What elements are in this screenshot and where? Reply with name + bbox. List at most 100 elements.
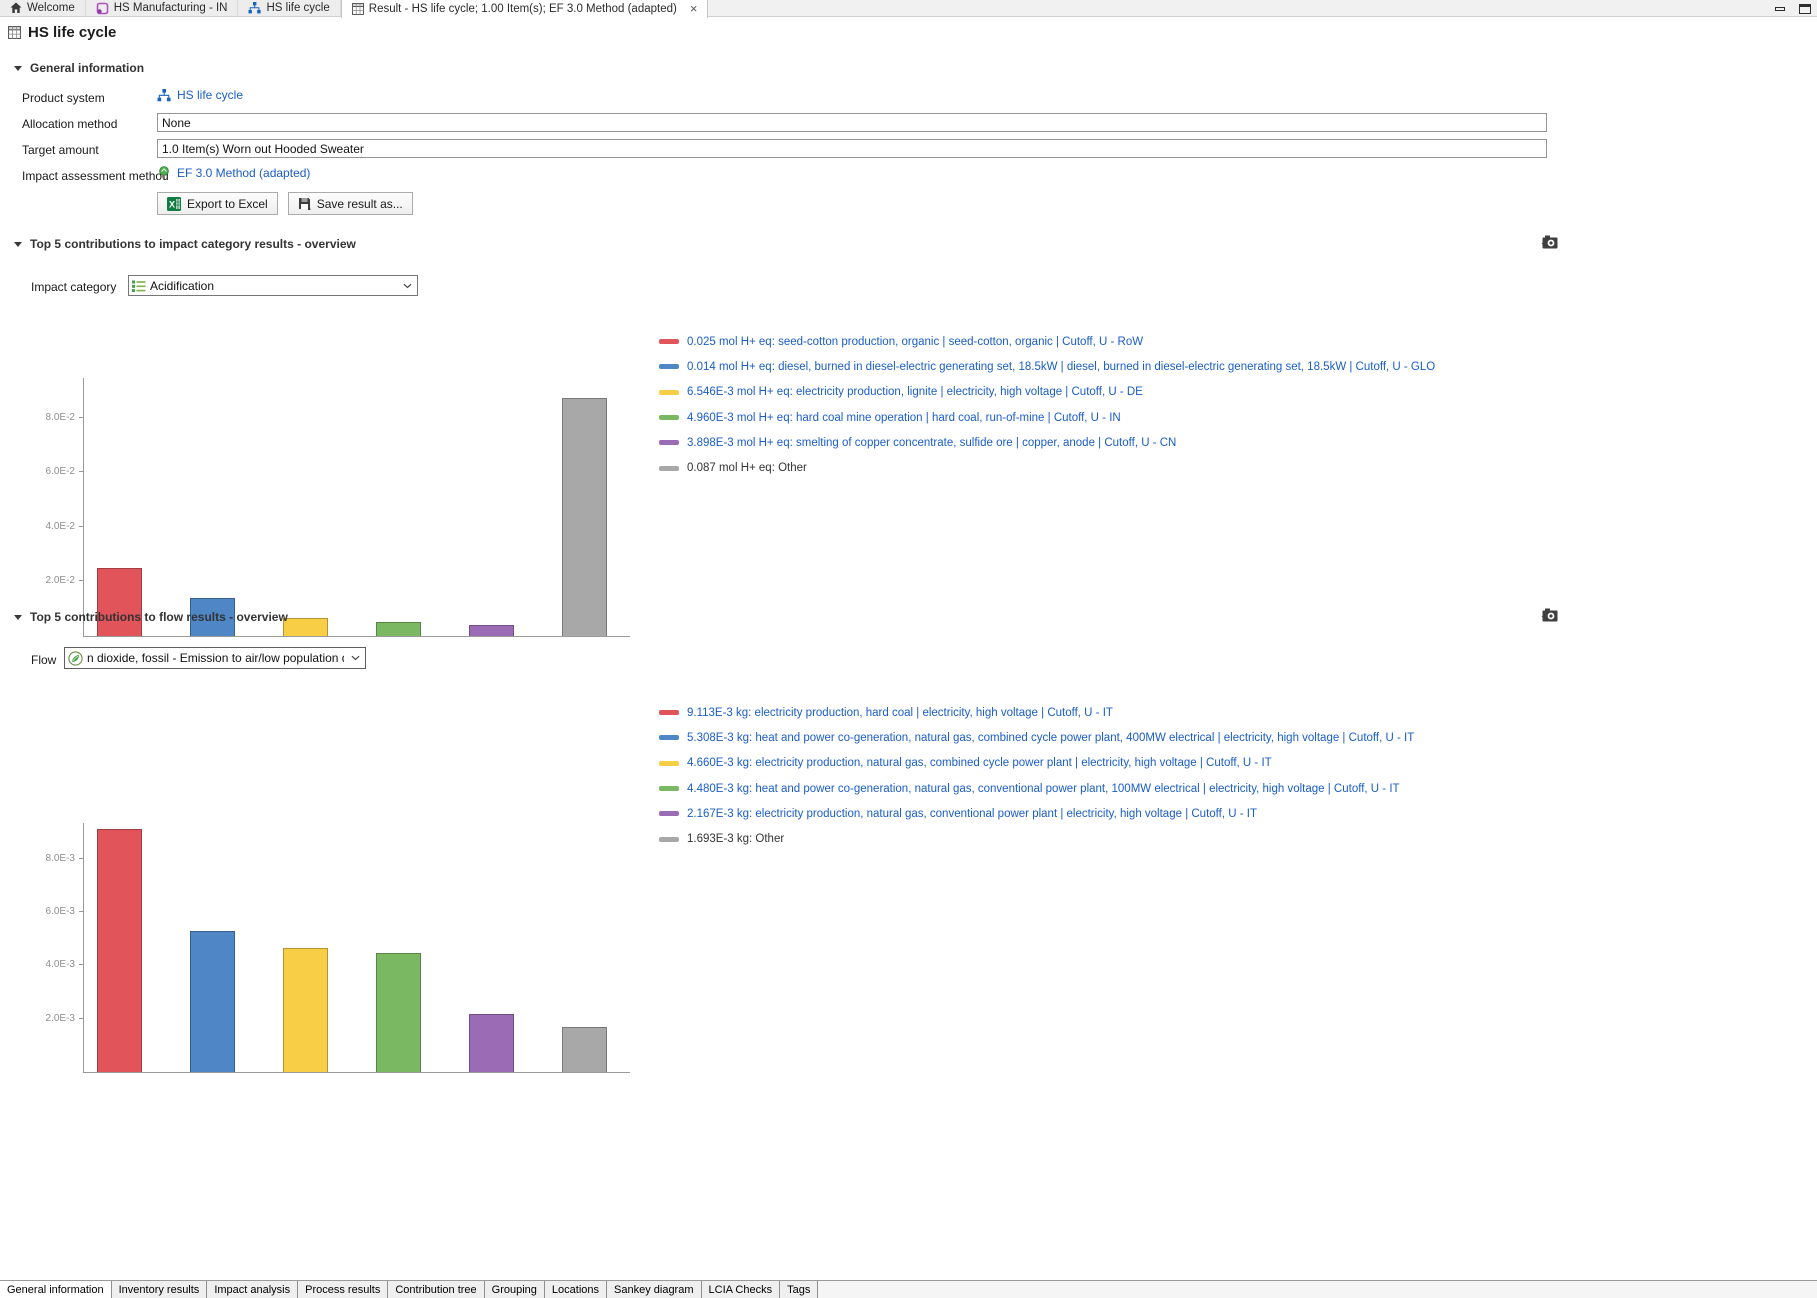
section-impact-contributions[interactable]: Top 5 contributions to impact category r… xyxy=(14,237,356,251)
result-table-icon xyxy=(352,3,364,15)
process-icon xyxy=(96,2,109,15)
legend-label[interactable]: 4.660E-3 kg: electricity production, nat… xyxy=(687,757,1272,769)
y-axis-tick-mark xyxy=(79,858,84,859)
minimize-icon[interactable] xyxy=(1775,7,1785,11)
legend-swatch xyxy=(659,735,679,740)
tab-hs-life-cycle[interactable]: HS life cycle xyxy=(238,0,340,16)
chevron-down-icon xyxy=(403,283,412,289)
product-system-link[interactable]: HS life cycle xyxy=(177,88,243,102)
tab-tags[interactable]: Tags xyxy=(780,1281,818,1298)
legend-label[interactable]: 5.308E-3 kg: heat and power co-generatio… xyxy=(687,732,1414,744)
tab-label: HS Manufacturing - IN xyxy=(114,2,228,14)
product-system-icon xyxy=(157,89,171,102)
allocation-method-label: Allocation method xyxy=(22,117,117,131)
legend-label[interactable]: 3.898E-3 mol H+ eq: smelting of copper c… xyxy=(687,437,1176,449)
tab-inventory-results[interactable]: Inventory results xyxy=(112,1281,208,1298)
legend-swatch xyxy=(659,811,679,816)
tab-label: Welcome xyxy=(27,2,75,14)
legend-swatch xyxy=(659,466,679,471)
bar-1 xyxy=(97,829,142,1072)
impact-method-link[interactable]: EF 3.0 Method (adapted) xyxy=(177,166,310,180)
save-chart-image-button[interactable] xyxy=(1541,235,1561,251)
legend-label[interactable]: 0.014 mol H+ eq: diesel, burned in diese… xyxy=(687,361,1435,373)
camera-icon xyxy=(1541,235,1559,250)
action-buttons: X Export to Excel Save result as... xyxy=(157,192,413,215)
y-axis-tick-mark xyxy=(79,526,84,527)
tab-locations[interactable]: Locations xyxy=(545,1281,607,1298)
impact-contributions-chart: 2.0E-24.0E-26.0E-28.0E-2 xyxy=(83,378,630,637)
legend-item: 5.308E-3 kg: heat and power co-generatio… xyxy=(659,725,1414,750)
save-chart-image-button[interactable] xyxy=(1541,608,1561,624)
legend-label[interactable]: 4.480E-3 kg: heat and power co-generatio… xyxy=(687,783,1400,795)
legend-label[interactable]: 2.167E-3 kg: electricity production, nat… xyxy=(687,808,1257,820)
button-label: Export to Excel xyxy=(187,197,268,211)
legend-item: 0.025 mol H+ eq: seed-cotton production,… xyxy=(659,329,1435,354)
export-to-excel-button[interactable]: X Export to Excel xyxy=(157,192,278,215)
tab-sankey-diagram[interactable]: Sankey diagram xyxy=(607,1281,702,1298)
page-title-row: HS life cycle xyxy=(8,24,116,41)
tab-lcia-checks[interactable]: LCIA Checks xyxy=(702,1281,781,1298)
bar-3 xyxy=(283,618,328,636)
legend-swatch xyxy=(659,364,679,369)
legend-swatch xyxy=(659,761,679,766)
product-system-label: Product system xyxy=(22,91,105,105)
legend-label[interactable]: 0.025 mol H+ eq: seed-cotton production,… xyxy=(687,336,1143,348)
tab-welcome[interactable]: Welcome xyxy=(0,0,86,16)
collapse-arrow-icon[interactable] xyxy=(14,615,22,620)
flow-select[interactable]: n dioxide, fossil - Emission to air/low … xyxy=(64,647,366,669)
y-axis-tick-mark xyxy=(79,964,84,965)
legend-swatch xyxy=(659,440,679,445)
legend-item: 0.087 mol H+ eq: Other xyxy=(659,455,1435,480)
impact-category-select[interactable]: Acidification xyxy=(128,275,418,296)
product-system-icon xyxy=(248,2,261,14)
section-general-information[interactable]: General information xyxy=(14,61,144,75)
legend-item: 4.960E-3 mol H+ eq: hard coal mine opera… xyxy=(659,405,1435,430)
legend-item: 9.113E-3 kg: electricity production, har… xyxy=(659,700,1414,725)
y-axis-tick-mark xyxy=(79,911,84,912)
target-amount-input[interactable] xyxy=(157,139,1547,158)
legend-label[interactable]: 9.113E-3 kg: electricity production, har… xyxy=(687,707,1113,719)
save-result-as-button[interactable]: Save result as... xyxy=(288,192,413,215)
legend-label[interactable]: 6.546E-3 mol H+ eq: electricity producti… xyxy=(687,386,1143,398)
tab-hs-manufacturing[interactable]: HS Manufacturing - IN xyxy=(86,0,239,16)
legend-item: 6.546E-3 mol H+ eq: electricity producti… xyxy=(659,380,1435,405)
collapse-arrow-icon[interactable] xyxy=(14,66,22,71)
y-axis-tick-label: 8.0E-3 xyxy=(29,853,75,864)
dropdown-arrow-zone[interactable] xyxy=(400,276,415,295)
editor-tab-bar: Welcome HS Manufacturing - IN HS life cy… xyxy=(0,0,1817,17)
section-flow-contributions[interactable]: Top 5 contributions to flow results - ov… xyxy=(14,610,288,624)
close-icon[interactable]: × xyxy=(690,4,698,14)
tab-grouping[interactable]: Grouping xyxy=(485,1281,545,1298)
flow-label: Flow xyxy=(31,653,56,667)
impact-contributions-legend: 0.025 mol H+ eq: seed-cotton production,… xyxy=(659,329,1435,481)
tab-general-information[interactable]: General information xyxy=(0,1281,112,1298)
tab-process-results[interactable]: Process results xyxy=(298,1281,388,1298)
y-axis-tick-mark xyxy=(79,580,84,581)
openlca-window: Welcome HS Manufacturing - IN HS life cy… xyxy=(0,0,1817,1298)
legend-swatch xyxy=(659,786,679,791)
tab-result-active[interactable]: Result - HS life cycle; 1.00 Item(s); EF… xyxy=(341,0,709,18)
tab-label: HS life cycle xyxy=(266,2,329,14)
y-axis-tick-mark xyxy=(79,417,84,418)
legend-item: 4.480E-3 kg: heat and power co-generatio… xyxy=(659,776,1414,801)
y-axis-tick-mark xyxy=(79,471,84,472)
chevron-down-icon xyxy=(351,655,360,661)
legend-label[interactable]: 4.960E-3 mol H+ eq: hard coal mine opera… xyxy=(687,412,1121,424)
tab-impact-analysis[interactable]: Impact analysis xyxy=(207,1281,298,1298)
tab-contribution-tree[interactable]: Contribution tree xyxy=(388,1281,484,1298)
bar-6 xyxy=(562,398,607,636)
section-title: Top 5 contributions to impact category r… xyxy=(30,237,356,251)
dropdown-arrow-zone[interactable] xyxy=(348,648,363,668)
result-page-tab-bar: General information Inventory results Im… xyxy=(0,1280,1817,1298)
flow-value: n dioxide, fossil - Emission to air/low … xyxy=(87,651,344,665)
target-amount-label: Target amount xyxy=(22,143,99,157)
allocation-method-input[interactable] xyxy=(157,113,1547,132)
maximize-icon[interactable] xyxy=(1799,4,1811,14)
y-axis-tick-label: 2.0E-2 xyxy=(29,575,75,586)
y-axis-tick-label: 4.0E-2 xyxy=(29,521,75,532)
legend-swatch xyxy=(659,837,679,842)
legend-item: 4.660E-3 kg: electricity production, nat… xyxy=(659,751,1414,776)
impact-category-list-icon xyxy=(132,280,146,292)
result-table-icon xyxy=(8,26,21,39)
collapse-arrow-icon[interactable] xyxy=(14,242,22,247)
